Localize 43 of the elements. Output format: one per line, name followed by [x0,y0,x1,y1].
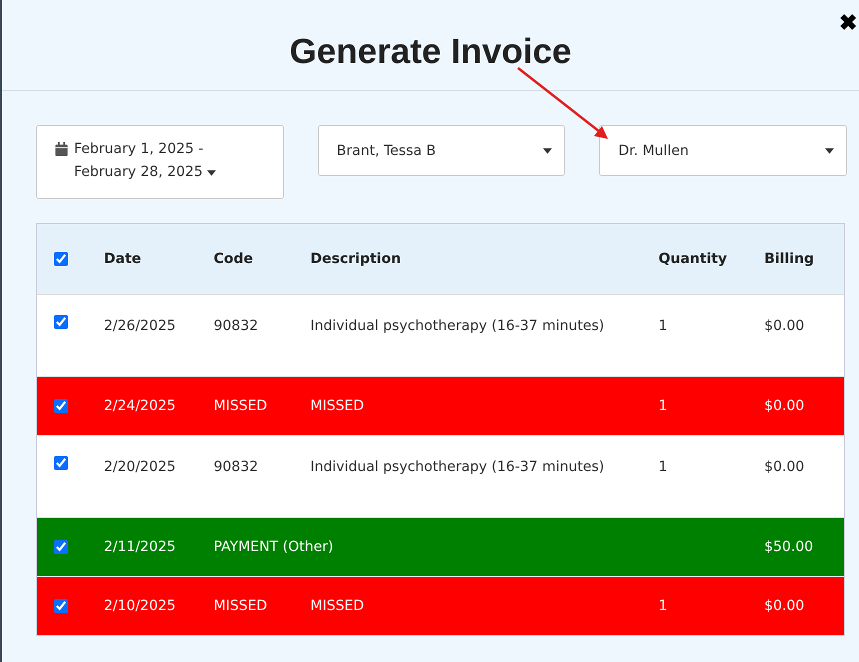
row-checkbox[interactable] [54,399,68,413]
row-checkbox[interactable] [54,540,68,554]
close-button[interactable]: ✖ [837,8,859,38]
table-cell: $0.00 [764,459,804,475]
table-cell: $50.00 [764,538,814,554]
table-cell: 1 [658,398,668,414]
table-cell: 2/24/2025 [104,398,176,414]
date-range-picker[interactable]: February 1, 2025 - February 28, 2025 [36,125,284,199]
table-cell: 2/20/2025 [104,459,176,475]
table-cell: 2/10/2025 [104,598,176,614]
table-cell: MISSED [214,598,268,614]
column-header: Description [310,250,401,266]
column-header: Date [104,250,142,266]
column-header: Billing [764,250,814,266]
client-select[interactable]: Brant, Tessa B [318,125,566,176]
column-header: Quantity [658,250,728,266]
table-cell: Individual psychotherapy (16-37 minutes) [310,318,604,334]
table-cell: 1 [658,598,668,614]
table-cell: 1 [658,459,668,475]
table-cell: $0.00 [764,398,804,414]
table-cell: PAYMENT (Other) [214,538,334,554]
select-all-checkbox[interactable] [54,252,68,266]
table-cell: $0.00 [764,598,804,614]
table-cell: 1 [658,318,668,334]
table-cell: 2/11/2025 [104,538,176,554]
row-checkbox[interactable] [54,599,68,613]
table-cell: MISSED [310,598,364,614]
modal-title: Generate Invoice [289,31,572,72]
table-cell: 90832 [214,318,258,334]
table-cell: MISSED [310,398,364,414]
caret-icon [207,170,216,176]
row-checkbox[interactable] [54,456,68,470]
calendar-icon [55,142,68,156]
row-checkbox[interactable] [54,315,68,329]
table-cell: 90832 [214,459,258,475]
caret-icon [824,148,834,154]
caret-icon [543,148,552,154]
table-cell: MISSED [214,398,268,414]
table-cell: 2/26/2025 [104,318,176,334]
provider-select[interactable]: Dr. Mullen [599,125,847,176]
column-header: Code [214,250,254,266]
table-cell: $0.00 [764,318,804,334]
table-cell: Individual psychotherapy (16-37 minutes) [310,459,604,475]
